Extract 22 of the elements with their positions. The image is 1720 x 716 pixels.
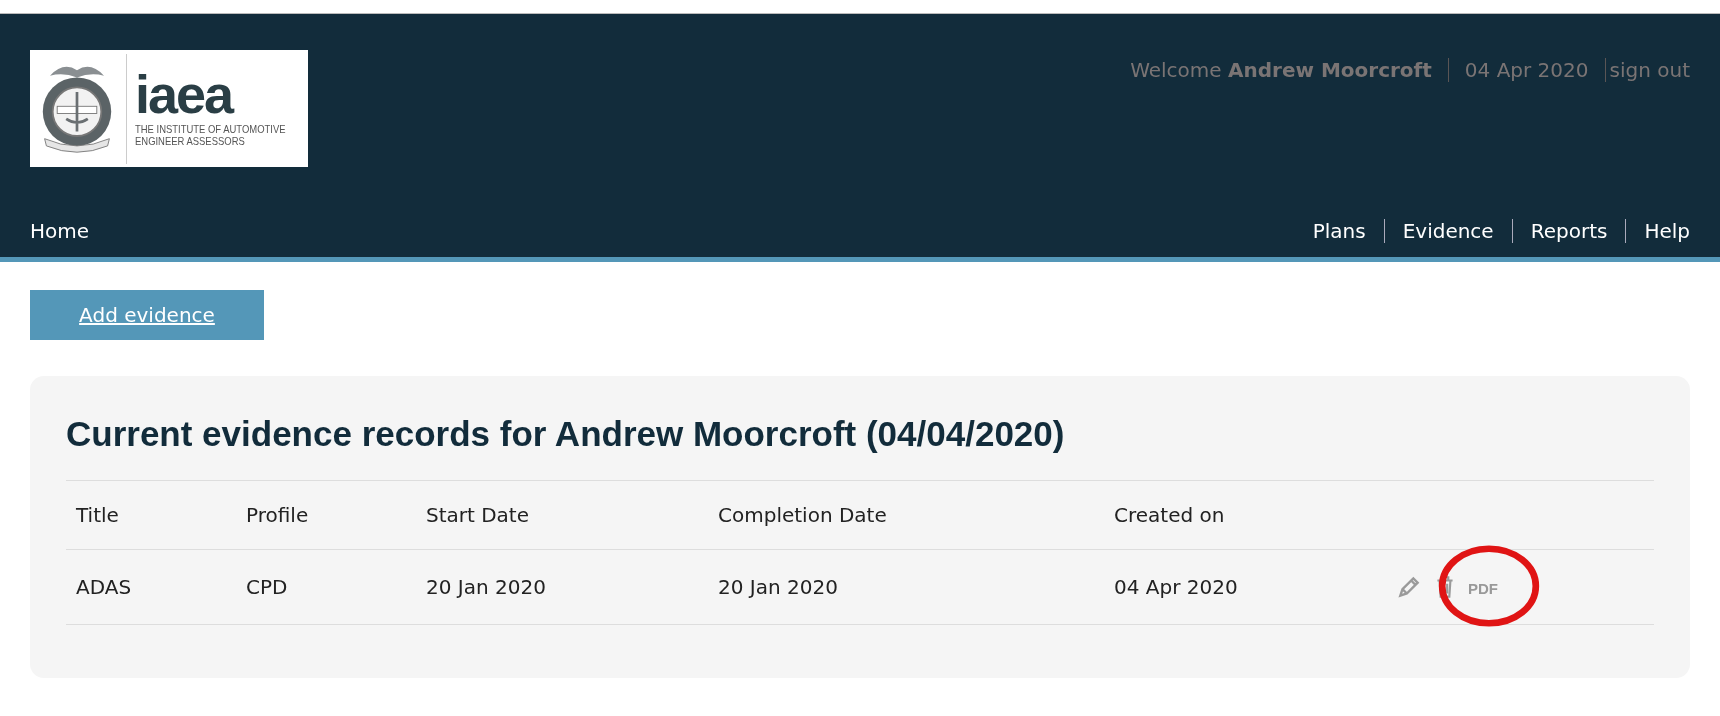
nav-link[interactable]: Plans — [1312, 219, 1366, 243]
pencil-icon[interactable] — [1396, 574, 1422, 600]
logo-wordmark: iaea — [135, 70, 234, 117]
nav-link[interactable]: Help — [1644, 219, 1690, 243]
column-header: Start Date — [426, 503, 530, 527]
welcome-text: Welcome Andrew Moorcroft — [1130, 58, 1432, 82]
column-header: Created on — [1114, 503, 1225, 527]
table-cell: CPD — [246, 575, 288, 599]
column-header: Title — [76, 503, 119, 527]
nav-link[interactable]: Home — [30, 219, 90, 243]
column-header: Profile — [246, 503, 309, 527]
logo-tagline: ENGINEER ASSESSORS — [135, 134, 246, 147]
table-cell: 20 Jan 2020 — [426, 575, 546, 599]
table-cell: 20 Jan 2020 — [718, 575, 838, 599]
column-header: Completion Date — [718, 503, 887, 527]
panel-title: Current evidence records for Andrew Moorcroft (04/04/2020) — [66, 414, 1066, 454]
logo-tagline: THE INSTITUTE OF AUTOMOTIVE — [135, 122, 286, 135]
table-cell: ADAS — [76, 575, 132, 599]
nav-link[interactable]: Reports — [1530, 219, 1608, 243]
table-cell: 04 Apr 2020 — [1114, 575, 1238, 599]
nav-link[interactable]: Evidence — [1402, 219, 1494, 243]
date-text: 04 Apr 2020 — [1464, 58, 1589, 82]
